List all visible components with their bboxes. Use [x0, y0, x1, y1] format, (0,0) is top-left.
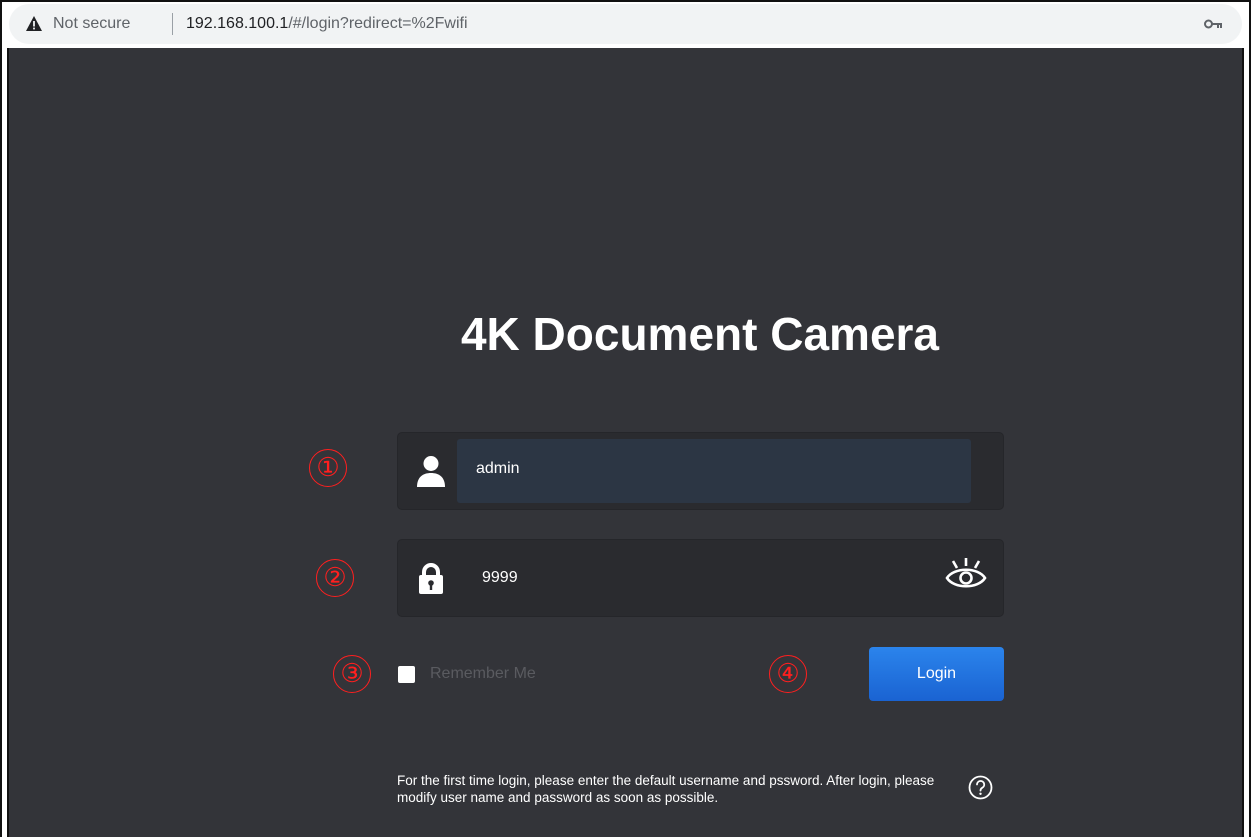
address-bar[interactable]: Not secure 192.168.100.1/#/login?redirec… — [9, 4, 1242, 44]
eye-icon[interactable] — [944, 556, 988, 592]
warning-triangle-icon[interactable] — [26, 16, 42, 31]
password-value[interactable]: 9999 — [482, 567, 518, 589]
annotation-marker-1: ① — [309, 449, 347, 487]
key-icon[interactable] — [1204, 18, 1222, 30]
address-separator — [172, 13, 173, 35]
lock-icon — [419, 563, 443, 594]
annotation-marker-3: ③ — [333, 655, 371, 693]
username-field[interactable]: admin — [397, 432, 1004, 510]
password-field[interactable]: 9999 — [397, 539, 1004, 617]
username-value[interactable]: admin — [476, 458, 520, 480]
annotation-marker-4: ④ — [769, 655, 807, 693]
url-text[interactable]: 192.168.100.1/#/login?redirect=%2Fwifi — [186, 13, 468, 35]
url-path: /#/login?redirect=%2Fwifi — [288, 15, 468, 32]
url-host: 192.168.100.1 — [186, 15, 289, 32]
first-login-hint: For the first time login, please enter t… — [397, 773, 935, 805]
username-input-highlight[interactable] — [457, 439, 971, 503]
login-button[interactable]: Login — [869, 647, 1004, 701]
annotation-marker-2: ② — [316, 559, 354, 597]
remember-me-label[interactable]: Remember Me — [430, 663, 536, 685]
security-status[interactable]: Not secure — [53, 13, 130, 35]
page-border-left — [7, 48, 9, 837]
user-icon — [417, 456, 445, 487]
remember-me-checkbox[interactable] — [398, 666, 415, 683]
page-border-right — [1242, 48, 1244, 837]
help-icon[interactable] — [968, 775, 993, 800]
page-title: 4K Document Camera — [460, 308, 940, 360]
